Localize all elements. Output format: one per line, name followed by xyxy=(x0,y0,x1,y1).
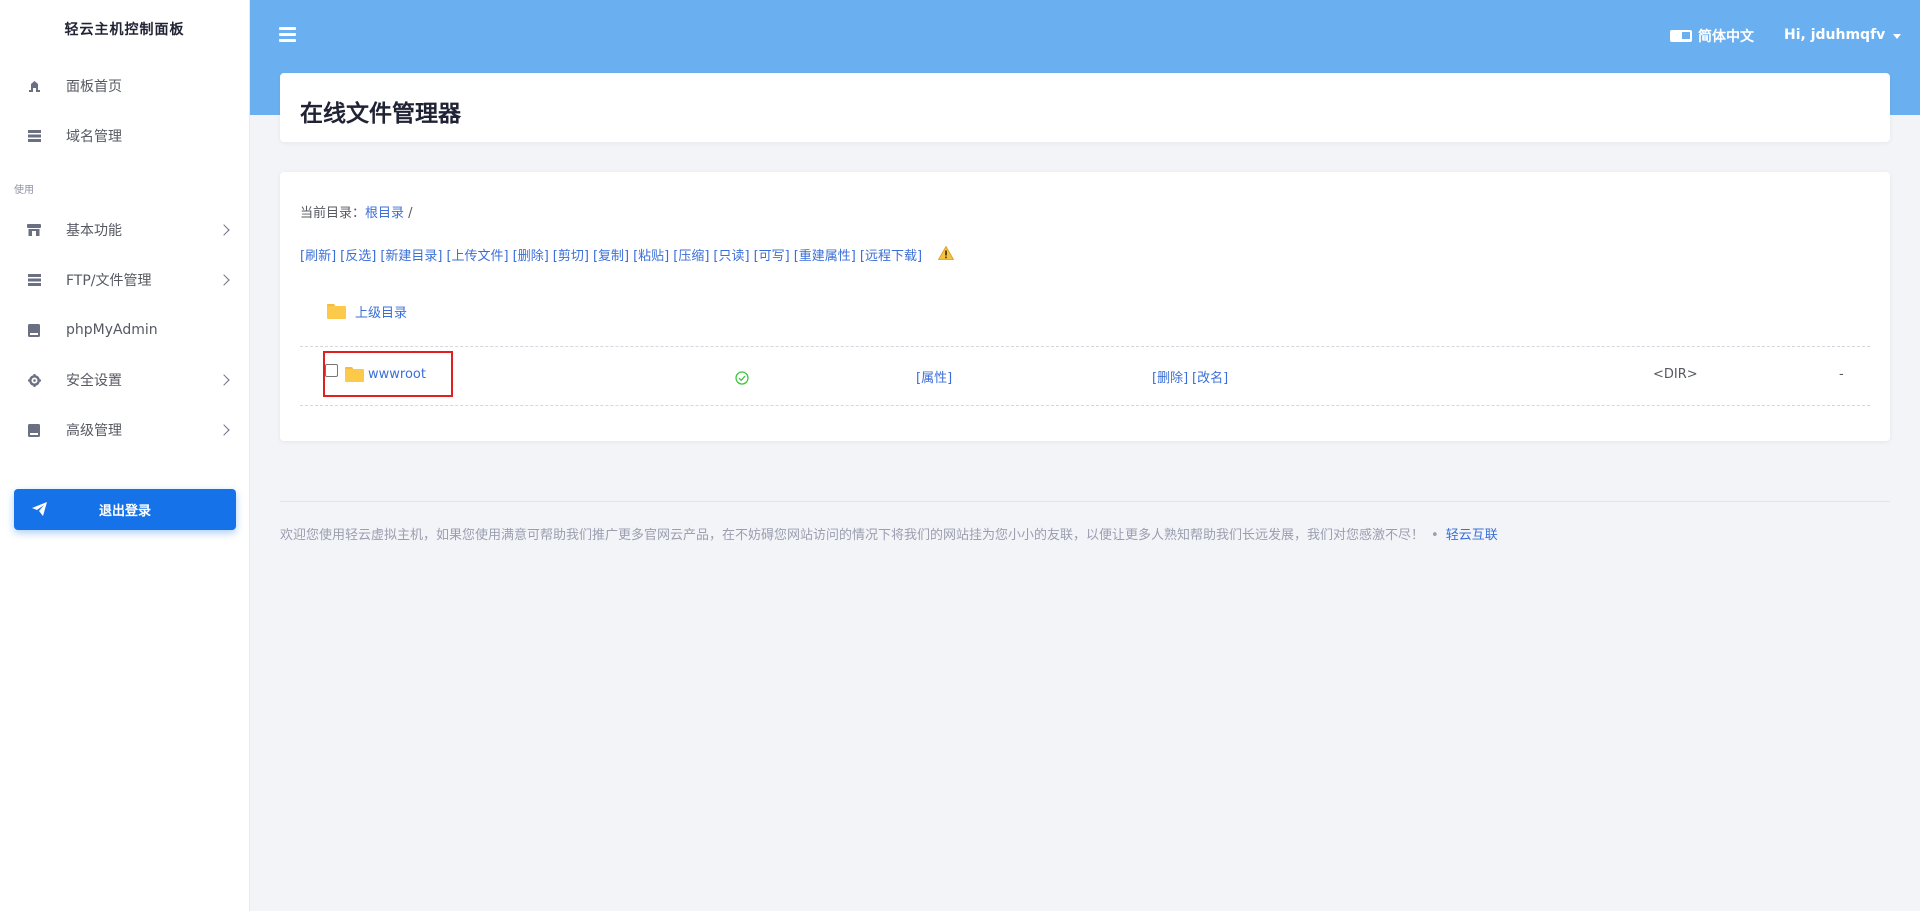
logout-label: 退出登录 xyxy=(98,504,151,519)
current-dir-label: 当前目录： xyxy=(300,206,366,221)
logout-button[interactable]: 退出登录 xyxy=(14,489,236,530)
file-manager-card: 当前目录：根目录 / [刷新] [反选] [新建目录] [上传文件] [删除] … xyxy=(280,172,1890,441)
sidebar-item-label: 面板首页 xyxy=(66,79,122,95)
sidebar-item-label: 高级管理 xyxy=(66,423,122,439)
sidebar-item-security[interactable]: 安全设置 xyxy=(0,355,250,405)
book-icon xyxy=(27,323,41,337)
sidebar-item-ftp[interactable]: FTP/文件管理 xyxy=(0,255,250,305)
new-directory-link[interactable]: [新建目录] xyxy=(380,245,442,264)
copy-link[interactable]: [复制] xyxy=(593,245,629,264)
sidebar-item-label: 基本功能 xyxy=(66,223,122,239)
breadcrumb: 当前目录：根目录 / xyxy=(300,202,413,221)
sidebar-item-label: 安全设置 xyxy=(66,373,122,389)
rebuild-attributes-link[interactable]: [重建属性] xyxy=(794,245,856,264)
compress-link[interactable]: [压缩] xyxy=(673,245,709,264)
readonly-link[interactable]: [只读] xyxy=(713,245,749,264)
root-dir-link[interactable]: 根目录 xyxy=(365,206,404,221)
chevron-right-icon xyxy=(218,424,230,436)
hamburger-menu-icon[interactable] xyxy=(279,27,296,42)
server-icon xyxy=(27,273,41,287)
table-row: wwwroot [属性] [删除] [改名] <DIR> - xyxy=(280,347,1890,405)
sidebar-item-dashboard[interactable]: 面板首页 xyxy=(0,61,250,111)
cut-link[interactable]: [剪切] xyxy=(553,245,589,264)
language-selector[interactable]: 简体中文 xyxy=(1670,26,1754,46)
sidebar-item-advanced[interactable]: 高级管理 xyxy=(0,405,250,455)
file-size: - xyxy=(1839,367,1844,382)
warning-icon xyxy=(937,245,955,264)
paste-link[interactable]: [粘贴] xyxy=(633,245,669,264)
footer-text: 欢迎您使用轻云虚拟主机，如果您使用满意可帮助我们推广更多官网云产品，在不妨碍您网… xyxy=(280,528,1425,543)
page-title: 在线文件管理器 xyxy=(300,101,461,127)
refresh-link[interactable]: [刷新] xyxy=(300,245,336,264)
rename-link[interactable]: [改名] xyxy=(1192,367,1228,386)
upload-file-link[interactable]: [上传文件] xyxy=(446,245,508,264)
footer-dot: • xyxy=(1431,528,1439,543)
folder-icon xyxy=(345,367,364,382)
remote-download-link[interactable]: [远程下载] xyxy=(860,245,922,264)
brand-title: 轻云主机控制面板 xyxy=(64,22,185,38)
user-menu[interactable]: Hi, jduhmqfv xyxy=(1784,27,1902,43)
attributes-link[interactable]: [属性] xyxy=(916,367,952,386)
action-toolbar: [刷新] [反选] [新建目录] [上传文件] [删除] [剪切] [复制] [… xyxy=(300,245,955,264)
sidebar-item-basic[interactable]: 基本功能 xyxy=(0,205,250,255)
gear-icon xyxy=(27,373,41,387)
divider xyxy=(300,405,1870,406)
sidebar: 轻云主机控制面板 面板首页 域名管理 使用 基本功能 FTP/文件管理 phpM… xyxy=(0,0,250,911)
page-title-card: 在线文件管理器 xyxy=(280,73,1890,142)
writable-link[interactable]: [可写] xyxy=(754,245,790,264)
parent-directory-row[interactable]: 上级目录 xyxy=(327,302,407,321)
store-icon xyxy=(27,223,41,237)
chevron-right-icon xyxy=(218,274,230,286)
translate-icon xyxy=(1670,30,1692,42)
book-icon xyxy=(27,423,41,437)
footer-link[interactable]: 轻云互联 xyxy=(1446,528,1498,543)
chevron-right-icon xyxy=(218,224,230,236)
file-type: <DIR> xyxy=(1653,367,1698,382)
invert-selection-link[interactable]: [反选] xyxy=(340,245,376,264)
delete-link[interactable]: [删除] xyxy=(513,245,549,264)
check-circle-icon xyxy=(735,371,749,389)
sidebar-item-label: phpMyAdmin xyxy=(66,322,158,338)
file-checkbox[interactable] xyxy=(325,364,338,377)
caret-down-icon xyxy=(1893,33,1902,39)
sidebar-item-phpmyadmin[interactable]: phpMyAdmin xyxy=(0,305,250,355)
user-greeting: Hi, jduhmqfv xyxy=(1784,27,1886,43)
folder-icon xyxy=(327,304,346,319)
language-label: 简体中文 xyxy=(1698,29,1754,45)
path-separator: / xyxy=(404,206,413,221)
sidebar-item-label: 域名管理 xyxy=(66,129,122,145)
delete-file-link[interactable]: [删除] xyxy=(1152,367,1188,386)
chevron-right-icon xyxy=(218,374,230,386)
section-label: 使用 xyxy=(14,185,34,196)
paper-plane-icon xyxy=(32,502,47,520)
sidebar-item-domains[interactable]: 域名管理 xyxy=(0,111,250,161)
server-icon xyxy=(27,129,41,143)
dashboard-icon xyxy=(27,79,41,93)
footer: 欢迎您使用轻云虚拟主机，如果您使用满意可帮助我们推广更多官网云产品，在不妨碍您网… xyxy=(280,524,1498,543)
file-name-link[interactable]: wwwroot xyxy=(368,367,426,382)
parent-directory-link[interactable]: 上级目录 xyxy=(355,302,407,321)
footer-divider xyxy=(280,501,1890,502)
sidebar-item-label: FTP/文件管理 xyxy=(66,273,152,289)
